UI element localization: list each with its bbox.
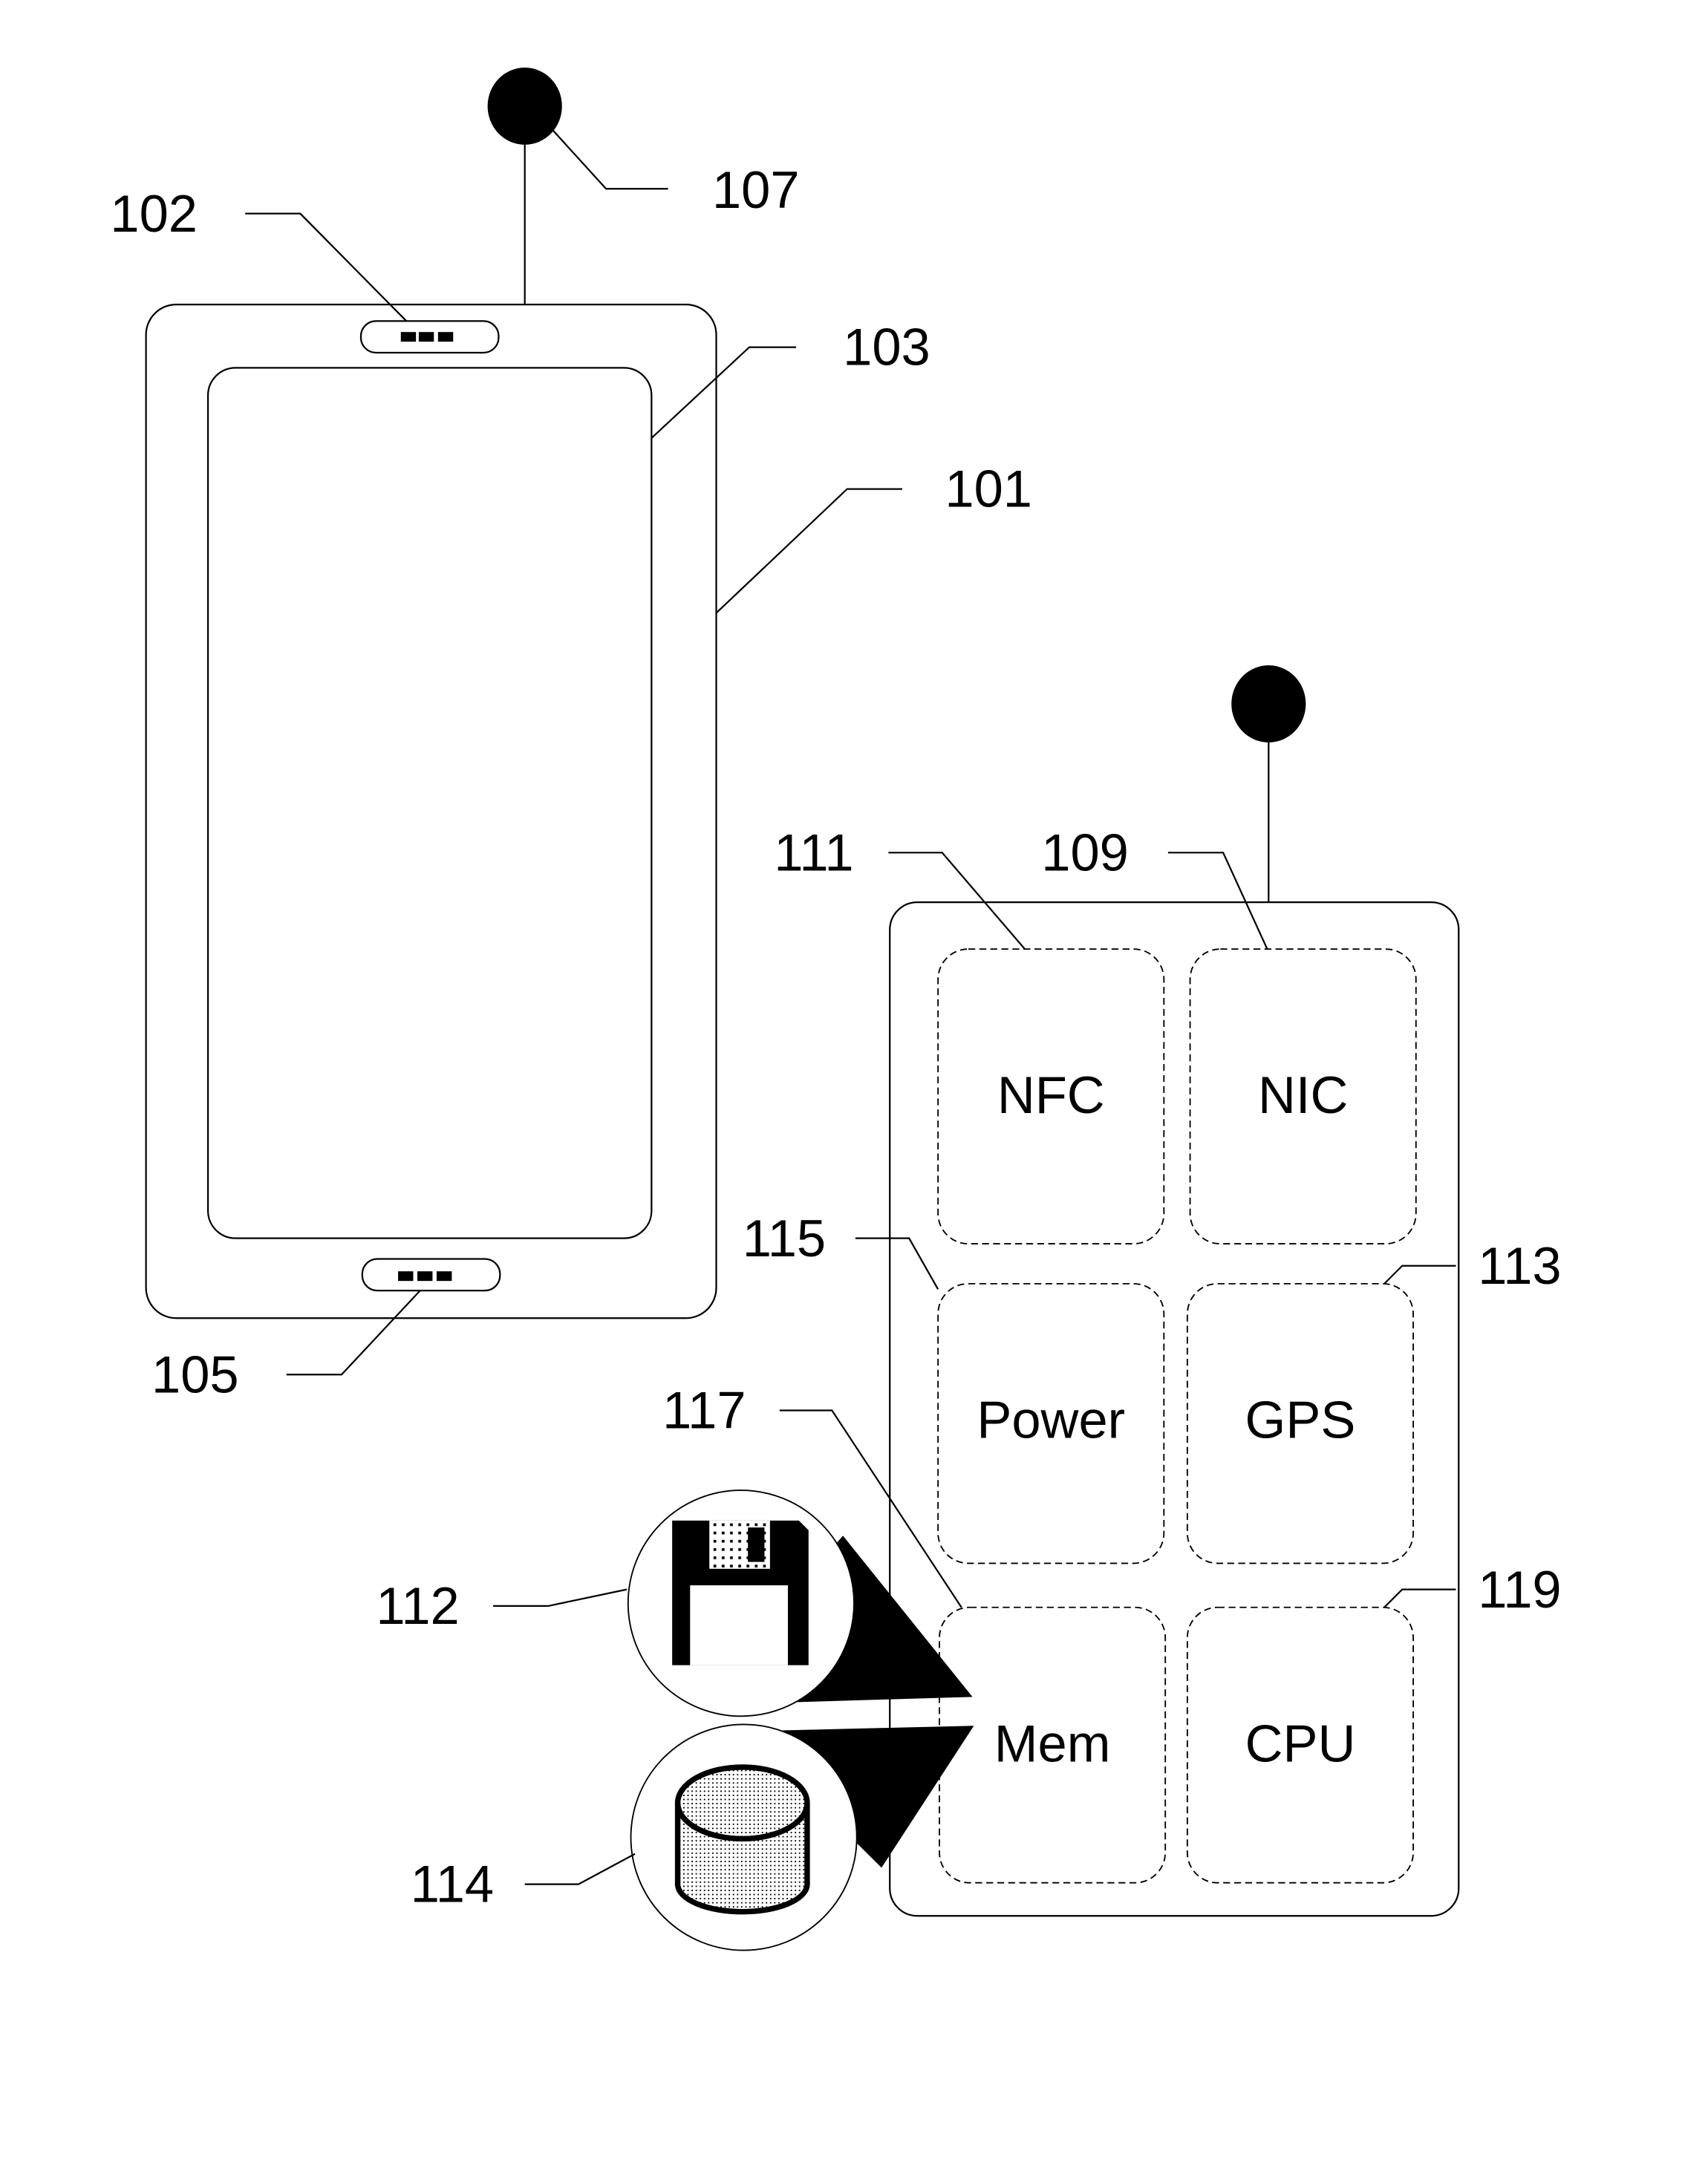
top-port-grille-icon [400, 332, 454, 342]
leader-111 [888, 852, 1026, 950]
floppy-callout [627, 1489, 973, 1717]
ref-label-112: 112 [376, 1576, 459, 1635]
leader-103 [651, 346, 797, 439]
storage-cylinder-icon [674, 1764, 810, 1915]
component-nfc: NFC [937, 948, 1165, 1245]
component-gps: GPS [1186, 1282, 1414, 1564]
leader-101 [715, 488, 902, 614]
component-power: Power [937, 1282, 1165, 1564]
ref-label-111: 111 [774, 823, 853, 881]
ref-label-103: 103 [843, 318, 930, 376]
bottom-port-grille-icon [398, 1271, 452, 1282]
ref-label-113: 113 [1478, 1236, 1561, 1295]
component-label-cpu: CPU [1245, 1714, 1356, 1773]
component-nic: NIC [1189, 948, 1417, 1245]
ref-label-117: 117 [662, 1381, 746, 1440]
ref-label-105: 105 [151, 1345, 239, 1403]
leader-113 [1383, 1264, 1456, 1285]
ref-label-107: 107 [712, 160, 800, 219]
component-mem: Mem [939, 1606, 1167, 1884]
floppy-disk-icon [672, 1520, 809, 1665]
component-label-nic: NIC [1258, 1066, 1348, 1124]
leader-114 [524, 1853, 636, 1885]
leader-115 [855, 1237, 939, 1290]
ref-label-115: 115 [743, 1209, 826, 1267]
leader-112 [493, 1588, 628, 1608]
ref-label-109: 109 [1041, 823, 1129, 881]
ref-label-119: 119 [1478, 1560, 1561, 1619]
component-label-mem: Mem [994, 1714, 1111, 1773]
leader-107 [550, 127, 668, 190]
antenna-ball-icon [487, 68, 562, 145]
component-cpu: CPU [1186, 1606, 1414, 1884]
module-antenna-ball-icon [1231, 665, 1306, 743]
ref-label-114: 114 [411, 1855, 494, 1913]
component-label-nfc: NFC [997, 1066, 1105, 1124]
device [145, 68, 717, 1319]
component-label-gps: GPS [1245, 1391, 1356, 1449]
module-housing [889, 901, 1460, 1917]
ref-label-102: 102 [110, 184, 198, 243]
leader-119 [1383, 1588, 1456, 1608]
device-body [145, 303, 717, 1319]
leader-109 [1167, 852, 1268, 950]
ref-label-101: 101 [945, 460, 1032, 518]
patent-figure: 102 107 103 101 105 NFC NIC Power GPS Me… [110, 68, 1562, 1951]
leader-105 [286, 1290, 421, 1376]
component-label-power: Power [977, 1391, 1125, 1449]
device-screen [206, 367, 653, 1239]
